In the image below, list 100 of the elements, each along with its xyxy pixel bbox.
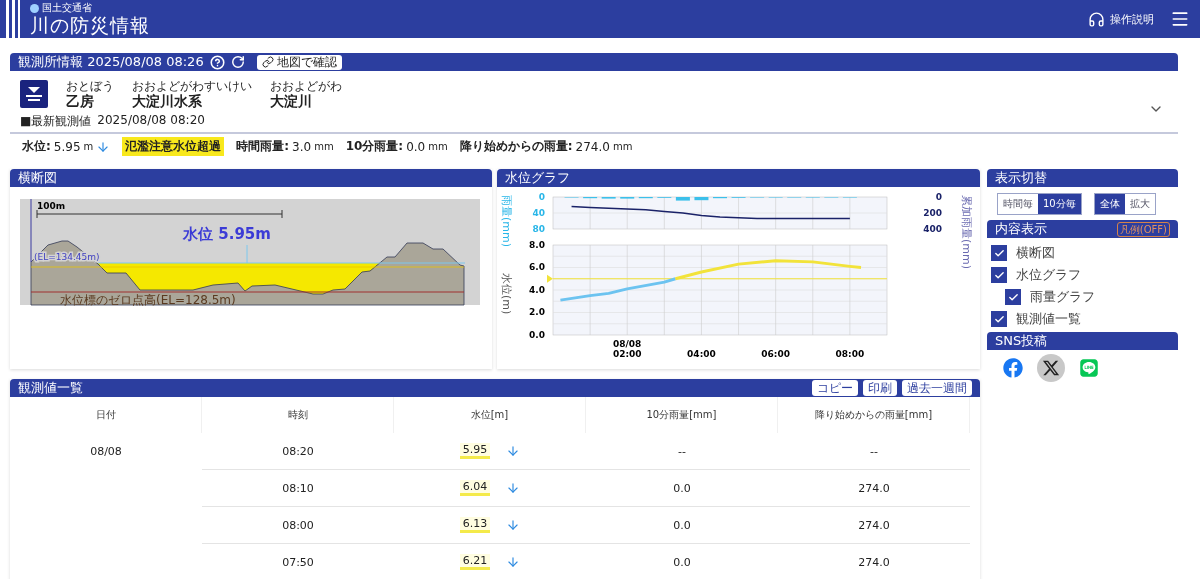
zero-point-label: 水位標のゼロ点高(EL=128.5m) bbox=[60, 293, 236, 307]
legend-button[interactable]: 凡例(OFF) bbox=[1116, 221, 1170, 237]
axis-tick-label: 08:00 bbox=[835, 349, 865, 359]
reading-unit: mm bbox=[428, 141, 448, 152]
axis-tick-label: 02:00 bbox=[612, 349, 642, 359]
water-level-value: 6.13 bbox=[459, 517, 491, 533]
axis-tick-label: 0 bbox=[538, 191, 545, 202]
x-logo-icon bbox=[1042, 359, 1060, 377]
refresh-icon[interactable] bbox=[230, 55, 245, 69]
reading-label: 降り始めからの雨量: bbox=[459, 138, 573, 155]
column-header: 降り始めからの雨量[mm] bbox=[778, 397, 970, 433]
reading-unit: m bbox=[83, 141, 94, 152]
axis-tick-label: 6.0 bbox=[529, 262, 545, 272]
axis-title: 水位(m) bbox=[500, 273, 513, 315]
table-cell: 0.0 bbox=[673, 518, 691, 532]
axis-tick-label: 04:00 bbox=[687, 349, 716, 359]
panel-title: 水位グラフ bbox=[505, 169, 570, 187]
axis-tick-label: 2.0 bbox=[529, 307, 545, 317]
axis-tick-label: 200 bbox=[923, 207, 942, 218]
table-cell: -- bbox=[678, 444, 686, 458]
checkbox[interactable] bbox=[991, 245, 1007, 261]
site-title: 川の防災情報 bbox=[30, 14, 150, 36]
reading-value: 5.95 bbox=[53, 139, 81, 154]
menu-icon[interactable] bbox=[1170, 9, 1190, 29]
axis-tick-label: 4.0 bbox=[529, 284, 545, 295]
help-link[interactable]: 操作説明 bbox=[1088, 10, 1154, 28]
reading-unit: mm bbox=[314, 141, 334, 152]
checkbox-label[interactable]: 水位グラフ bbox=[1016, 266, 1081, 284]
alert-badge: 氾濫注意水位超過 bbox=[122, 137, 225, 156]
ministry-logo-icon bbox=[30, 3, 39, 13]
reading-label: 水位: bbox=[22, 138, 51, 155]
link-icon bbox=[261, 56, 274, 68]
axis-tick-label: 0.0 bbox=[529, 329, 545, 340]
reading-label: 10分雨量: bbox=[345, 138, 404, 155]
checkbox-label[interactable]: 観測値一覧 bbox=[1016, 310, 1081, 328]
table-cell: 08:10 bbox=[282, 481, 314, 495]
checkbox[interactable] bbox=[991, 267, 1007, 283]
rain-bar bbox=[675, 197, 690, 201]
checkbox-label[interactable]: 横断図 bbox=[1016, 244, 1055, 262]
facebook-icon[interactable] bbox=[1003, 358, 1023, 378]
table-cell: 0.0 bbox=[673, 481, 691, 495]
table-cell: 274.0 bbox=[858, 518, 890, 532]
level-marker-line bbox=[246, 244, 248, 264]
column-header: 水位[m] bbox=[394, 397, 586, 433]
axis-tick-label: 8.0 bbox=[529, 239, 545, 250]
reading-value: 274.0 bbox=[575, 139, 610, 154]
table-cell: -- bbox=[870, 444, 878, 458]
toolbar-button[interactable]: 印刷 bbox=[863, 380, 897, 396]
column-header: 日付 bbox=[10, 397, 202, 433]
name-reading: おおよどがわ bbox=[270, 79, 342, 93]
ministry-name: 国土交通省 bbox=[42, 2, 92, 14]
axis-tick-label: 80 bbox=[532, 223, 545, 234]
station-name: 大淀川水系 bbox=[132, 93, 203, 109]
water-level-value: 5.95 bbox=[459, 443, 491, 459]
toolbar-button[interactable]: コピー bbox=[812, 380, 858, 396]
check-icon bbox=[1007, 291, 1019, 303]
check-icon bbox=[993, 269, 1005, 281]
name-reading: おとぼう bbox=[66, 79, 114, 93]
checkbox-label[interactable]: 雨量グラフ bbox=[1030, 288, 1095, 306]
panel-title: 観測値一覧 bbox=[18, 379, 83, 397]
axis-tick-label: 400 bbox=[923, 223, 942, 234]
help-icon[interactable] bbox=[209, 54, 225, 70]
panel-title: 表示切替 bbox=[995, 169, 1047, 187]
rain-bar bbox=[694, 197, 709, 201]
table-cell: 0.0 bbox=[673, 555, 691, 569]
panel-title: SNS投稿 bbox=[995, 332, 1048, 350]
reading-value: 3.0 bbox=[292, 139, 312, 154]
table-cell: 08:20 bbox=[282, 444, 314, 458]
checkbox[interactable] bbox=[1005, 289, 1021, 305]
toolbar-button[interactable]: 過去一週間 bbox=[902, 380, 972, 396]
panel-title: 観測所情報 2025/08/08 08:26 bbox=[18, 53, 204, 71]
reading-label: 時間雨量: bbox=[236, 138, 290, 155]
map-button[interactable]: 地図で確認 bbox=[256, 54, 342, 70]
table-cell: 07:50 bbox=[282, 555, 314, 569]
x-share-button[interactable] bbox=[1037, 354, 1065, 382]
table-cell: 274.0 bbox=[858, 555, 890, 569]
check-icon bbox=[993, 313, 1005, 325]
latest-time: 2025/08/08 08:20 bbox=[97, 113, 205, 129]
stripes-icon bbox=[4, 0, 22, 38]
table-cell: 08/08 bbox=[90, 444, 122, 458]
toggle-button[interactable]: 全体 bbox=[1094, 194, 1125, 214]
scale-label: 100m bbox=[37, 201, 66, 211]
headset-icon bbox=[1088, 10, 1105, 28]
column-header: 10分雨量[mm] bbox=[586, 397, 778, 433]
axis-title: 累加雨量(mm) bbox=[960, 195, 973, 269]
water-level-station-icon bbox=[20, 80, 48, 108]
axis-tick-label: 0 bbox=[935, 191, 942, 202]
table-cell: 08:00 bbox=[282, 518, 314, 532]
column-header: 時刻 bbox=[202, 397, 394, 433]
station-name: 乙房 bbox=[66, 93, 95, 109]
check-icon bbox=[993, 247, 1005, 259]
toggle-button[interactable]: 10分毎 bbox=[1038, 194, 1081, 214]
station-name: 大淀川 bbox=[270, 93, 313, 109]
water-level-label: 水位 5.95m bbox=[183, 225, 271, 243]
name-reading: おおよどがわすいけい bbox=[132, 79, 252, 93]
reading-value: 0.0 bbox=[406, 139, 426, 154]
reading-unit: mm bbox=[612, 141, 633, 152]
date-label: 08/08 bbox=[613, 339, 642, 349]
panel-title: 内容表示 bbox=[995, 220, 1047, 238]
checkbox[interactable] bbox=[991, 311, 1007, 327]
